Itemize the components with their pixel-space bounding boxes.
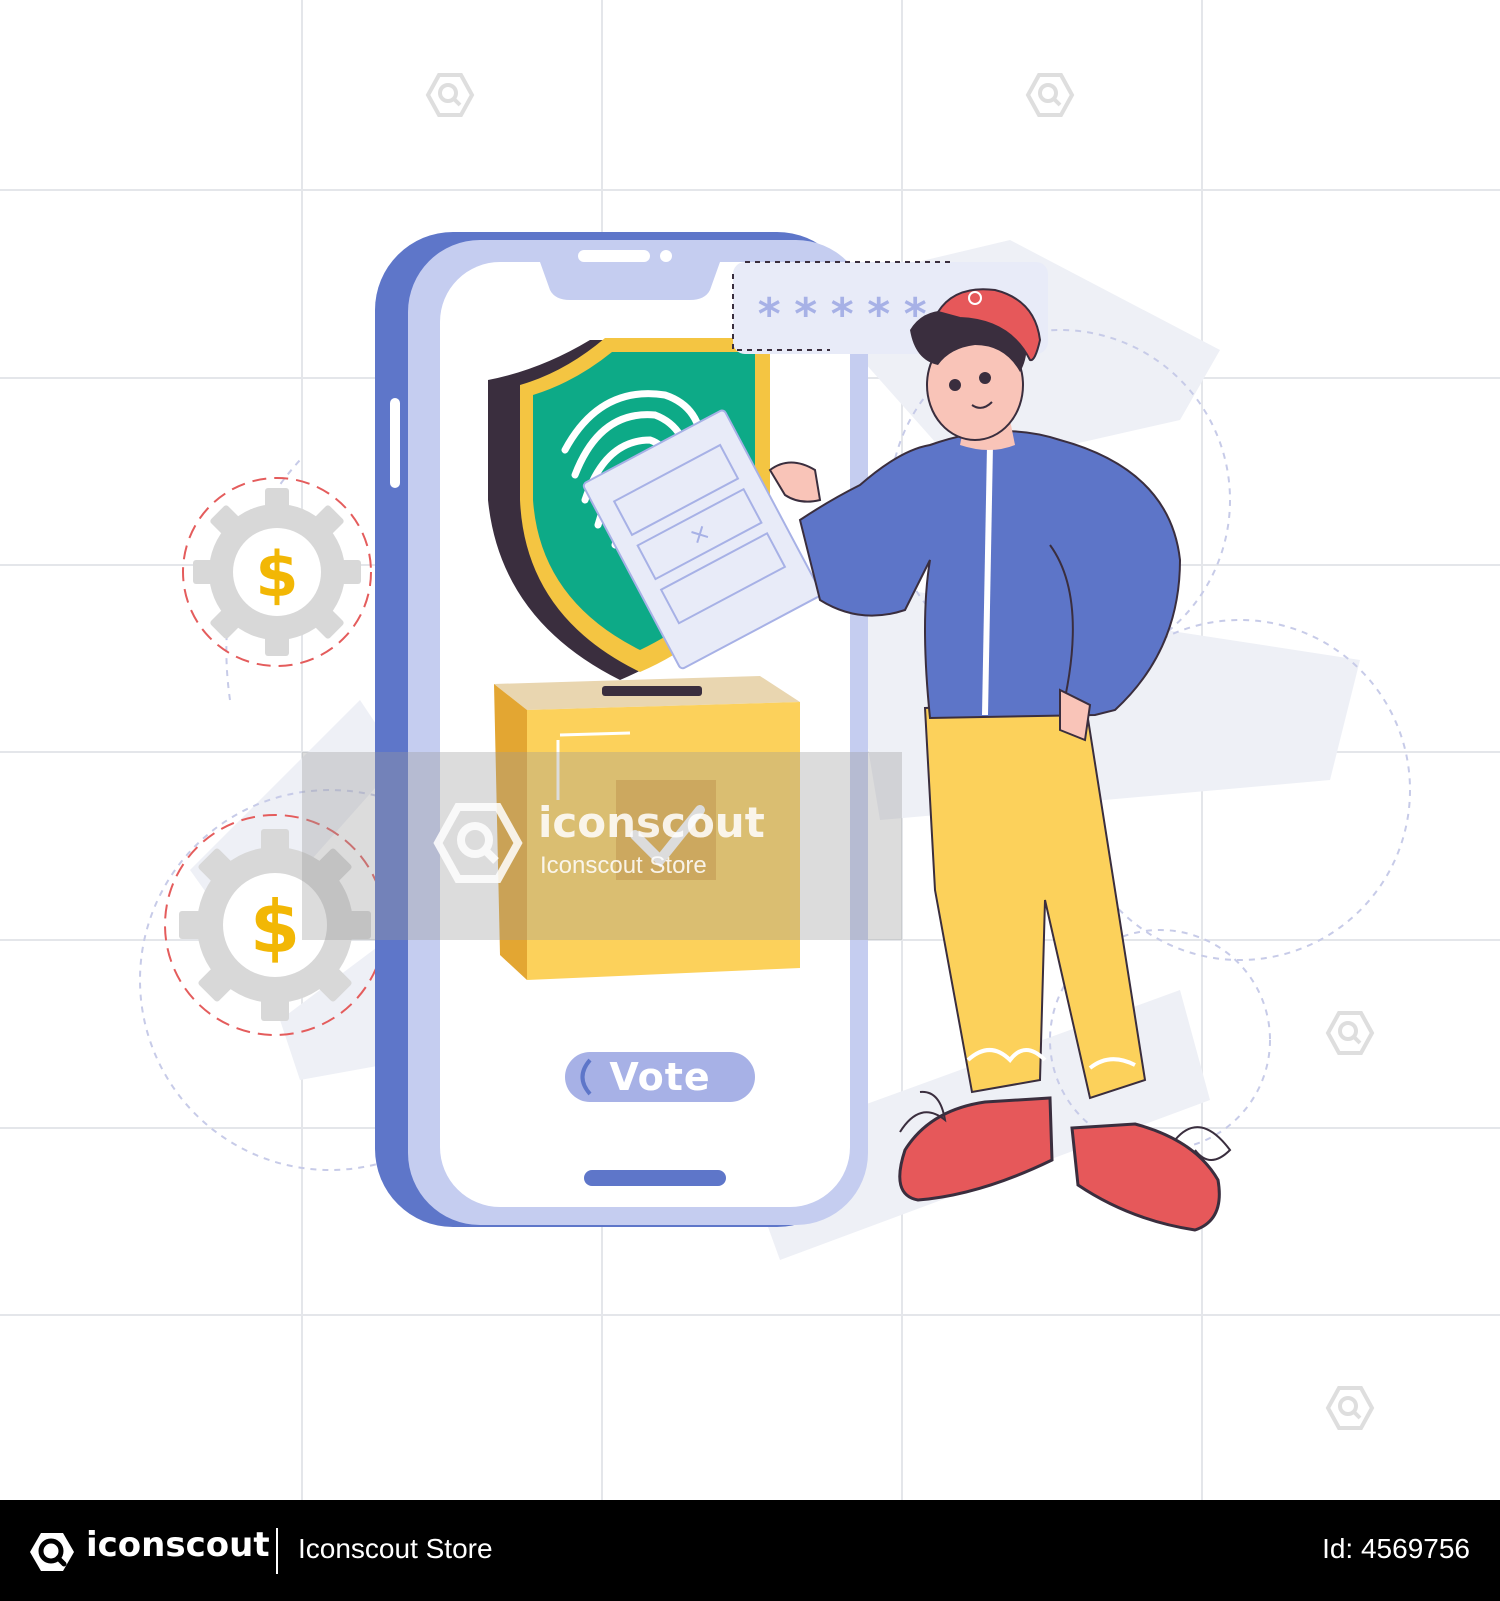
footer-bar: iconscout Iconscout Store Id: 4569756	[0, 1500, 1500, 1601]
footer-divider	[276, 1528, 278, 1574]
iconscout-logo-icon	[30, 1533, 74, 1571]
illustration-canvas: $ $ ×	[0, 0, 1500, 1500]
watermark-store-text: Iconscout Store	[540, 852, 707, 879]
dollar-symbol-bottom: $	[250, 885, 300, 969]
password-mask-text: *****	[756, 288, 939, 340]
vote-button-label[interactable]: Vote	[565, 1052, 755, 1102]
watermark-brand-text: iconscout	[538, 798, 765, 847]
footer-store-text: Iconscout Store	[298, 1533, 493, 1564]
dollar-symbol-top: $	[255, 538, 298, 611]
footer-brand-text: iconscout	[86, 1525, 270, 1565]
asset-id-text: Id: 4569756	[1322, 1533, 1470, 1564]
